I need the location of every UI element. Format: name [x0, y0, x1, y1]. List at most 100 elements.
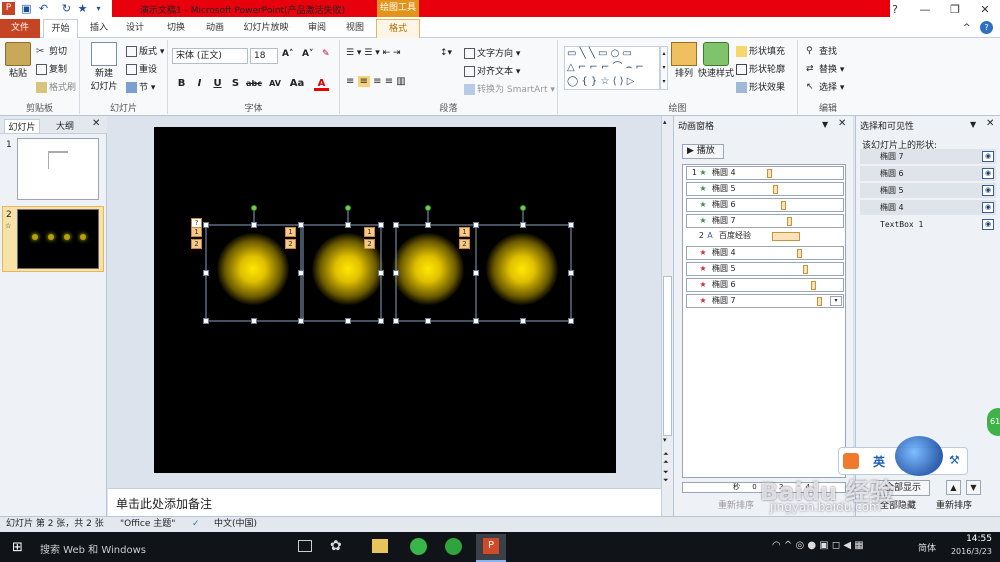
font-name-combo[interactable]: 宋体 (正文)	[172, 48, 248, 64]
shrink-font-icon[interactable]: A˅	[302, 49, 313, 59]
resize-handle[interactable]	[520, 318, 526, 324]
timing-bar[interactable]	[773, 185, 778, 194]
resize-handle[interactable]	[393, 318, 399, 324]
browser-icon[interactable]	[410, 538, 427, 555]
shape-outline-button[interactable]: 形状轮廓	[736, 62, 785, 75]
format-painter-button[interactable]: 格式刷	[36, 80, 76, 93]
animation-tag[interactable]: 2	[459, 239, 470, 249]
layout-button[interactable]: 版式 ▾	[126, 44, 164, 57]
animation-tag[interactable]: 1	[285, 227, 296, 237]
scroll-thumb[interactable]	[663, 276, 672, 436]
tab-animations[interactable]: 动画	[198, 19, 232, 38]
section-button[interactable]: 节 ▾	[126, 80, 155, 93]
quick-styles-button[interactable]: 快速样式	[698, 42, 734, 79]
list-buttons[interactable]: ☰ ▾ ☰ ▾ ⇤ ⇥	[346, 48, 436, 62]
visibility-eye-icon[interactable]: ◉	[982, 202, 994, 213]
strikethrough-button[interactable]: abc	[244, 76, 264, 91]
resize-handle[interactable]	[520, 222, 526, 228]
find-button[interactable]: ⚲ 查找	[806, 44, 837, 57]
visibility-eye-icon[interactable]: ◉	[982, 151, 994, 162]
paste-button[interactable]: 粘贴	[4, 42, 32, 79]
star-icon[interactable]: ★	[76, 2, 89, 15]
tab-review[interactable]: 审阅	[300, 19, 334, 38]
tab-design[interactable]: 设计	[120, 19, 150, 38]
animation-tag[interactable]: 1	[191, 227, 202, 237]
timing-bar[interactable]	[811, 281, 816, 290]
align-text-button[interactable]: 对齐文本 ▾	[464, 64, 520, 77]
resize-handle[interactable]	[298, 222, 304, 228]
selection-list-item[interactable]: 椭圆 4 ◉	[860, 200, 996, 215]
timing-bar[interactable]	[817, 297, 822, 306]
resize-handle[interactable]	[345, 318, 351, 324]
animation-list-item[interactable]: ★ 椭圆 7	[686, 214, 844, 228]
spellcheck-icon[interactable]: ✓	[192, 517, 200, 532]
item-dropdown-icon[interactable]: ▾	[830, 296, 842, 306]
system-tray-icons[interactable]: ◠ ^ ◎ ● ▣ ◻ ◀ ▦	[772, 540, 864, 551]
windows-start-icon[interactable]: ⊞	[12, 540, 23, 555]
animation-tag[interactable]: 2	[285, 239, 296, 249]
shape-fill-button[interactable]: 形状填充	[736, 44, 785, 57]
tab-view[interactable]: 视图	[338, 19, 372, 38]
new-slide-button[interactable]: 新建 幻灯片	[84, 42, 124, 92]
resize-handle[interactable]	[425, 222, 431, 228]
italic-button[interactable]: I	[192, 76, 207, 91]
replace-button[interactable]: ⇄ 替换 ▾	[806, 62, 844, 75]
resize-handle[interactable]	[251, 318, 257, 324]
resize-handle[interactable]	[393, 270, 399, 276]
close-button[interactable]: ✕	[970, 0, 1000, 19]
animation-tag[interactable]: 2	[191, 239, 202, 249]
minimize-button[interactable]: —	[910, 0, 940, 19]
help-button[interactable]: ?	[880, 0, 910, 19]
resize-handle[interactable]	[425, 318, 431, 324]
slide-scrollbar[interactable]: ▴ ▾ ⏶ ⏶ ⏷ ⏷	[661, 116, 673, 516]
cut-button[interactable]: ✂ 剪切	[36, 44, 67, 57]
slide-thumbnail-1[interactable]	[17, 138, 99, 200]
font-size-combo[interactable]: 18	[250, 48, 278, 64]
resize-handle[interactable]	[568, 318, 574, 324]
next-slide-icon[interactable]: ⏷ ⏷	[663, 468, 669, 484]
resize-handle[interactable]	[568, 222, 574, 228]
change-case-button[interactable]: Aa	[288, 76, 306, 91]
animation-list-item[interactable]: ★ 椭圆 5	[686, 262, 844, 276]
resize-handle[interactable]	[568, 270, 574, 276]
ribbon-collapse-icon[interactable]: ^	[963, 23, 971, 33]
animation-list-item[interactable]: ★ 椭圆 4	[686, 246, 844, 260]
resize-handle[interactable]	[203, 222, 209, 228]
resize-handle[interactable]	[378, 222, 384, 228]
animation-list-item[interactable]: 2 A 百度经验	[694, 230, 844, 244]
arrange-button[interactable]: 排列	[670, 42, 698, 79]
tab-home[interactable]: 开始	[43, 19, 78, 39]
shadow-button[interactable]: S	[228, 76, 243, 91]
tab-transitions[interactable]: 切换	[158, 19, 194, 38]
undo-icon[interactable]: ↶	[37, 2, 50, 15]
scroll-up-icon[interactable]: ▴	[663, 118, 667, 126]
fan-app-icon[interactable]: ✿	[330, 538, 342, 554]
resize-handle[interactable]	[298, 270, 304, 276]
clock-date[interactable]: 2016/3/23	[945, 547, 992, 556]
clock-time[interactable]: 14:55	[950, 534, 992, 544]
search-box[interactable]: 搜索 Web 和 Windows	[40, 541, 146, 556]
tab-file[interactable]: 文件	[0, 19, 40, 38]
restore-button[interactable]: ❐	[940, 0, 970, 19]
reset-button[interactable]: 重设	[126, 62, 157, 75]
text-direction-button[interactable]: 文字方向 ▾	[464, 46, 520, 59]
char-spacing-button[interactable]: AV	[266, 76, 284, 91]
underline-button[interactable]: U	[210, 76, 225, 91]
pane-menu-icon[interactable]: ▼	[970, 120, 976, 129]
resize-handle[interactable]	[203, 270, 209, 276]
copy-button[interactable]: 复制	[36, 62, 67, 75]
timing-bar[interactable]	[787, 217, 792, 226]
animation-list-item[interactable]: ★ 椭圆 5	[686, 182, 844, 196]
animation-list-item[interactable]: 1 ★ 椭圆 4	[686, 166, 844, 180]
selection-list-item[interactable]: 椭圆 5 ◉	[860, 183, 996, 198]
ime-language[interactable]: 英	[873, 453, 885, 470]
line-spacing-icon[interactable]: ↕▾	[440, 48, 452, 58]
resize-handle[interactable]	[473, 222, 479, 228]
rotation-handle[interactable]	[425, 205, 431, 211]
animation-list-item[interactable]: ★ 椭圆 7 ▾	[686, 294, 844, 308]
font-color-button[interactable]: A	[314, 76, 329, 91]
shapes-scroll[interactable]: ▴ ▾ ▾	[660, 46, 668, 90]
resize-handle[interactable]	[203, 318, 209, 324]
customize-qat-icon[interactable]: ▾	[92, 2, 105, 15]
resize-handle[interactable]	[251, 222, 257, 228]
